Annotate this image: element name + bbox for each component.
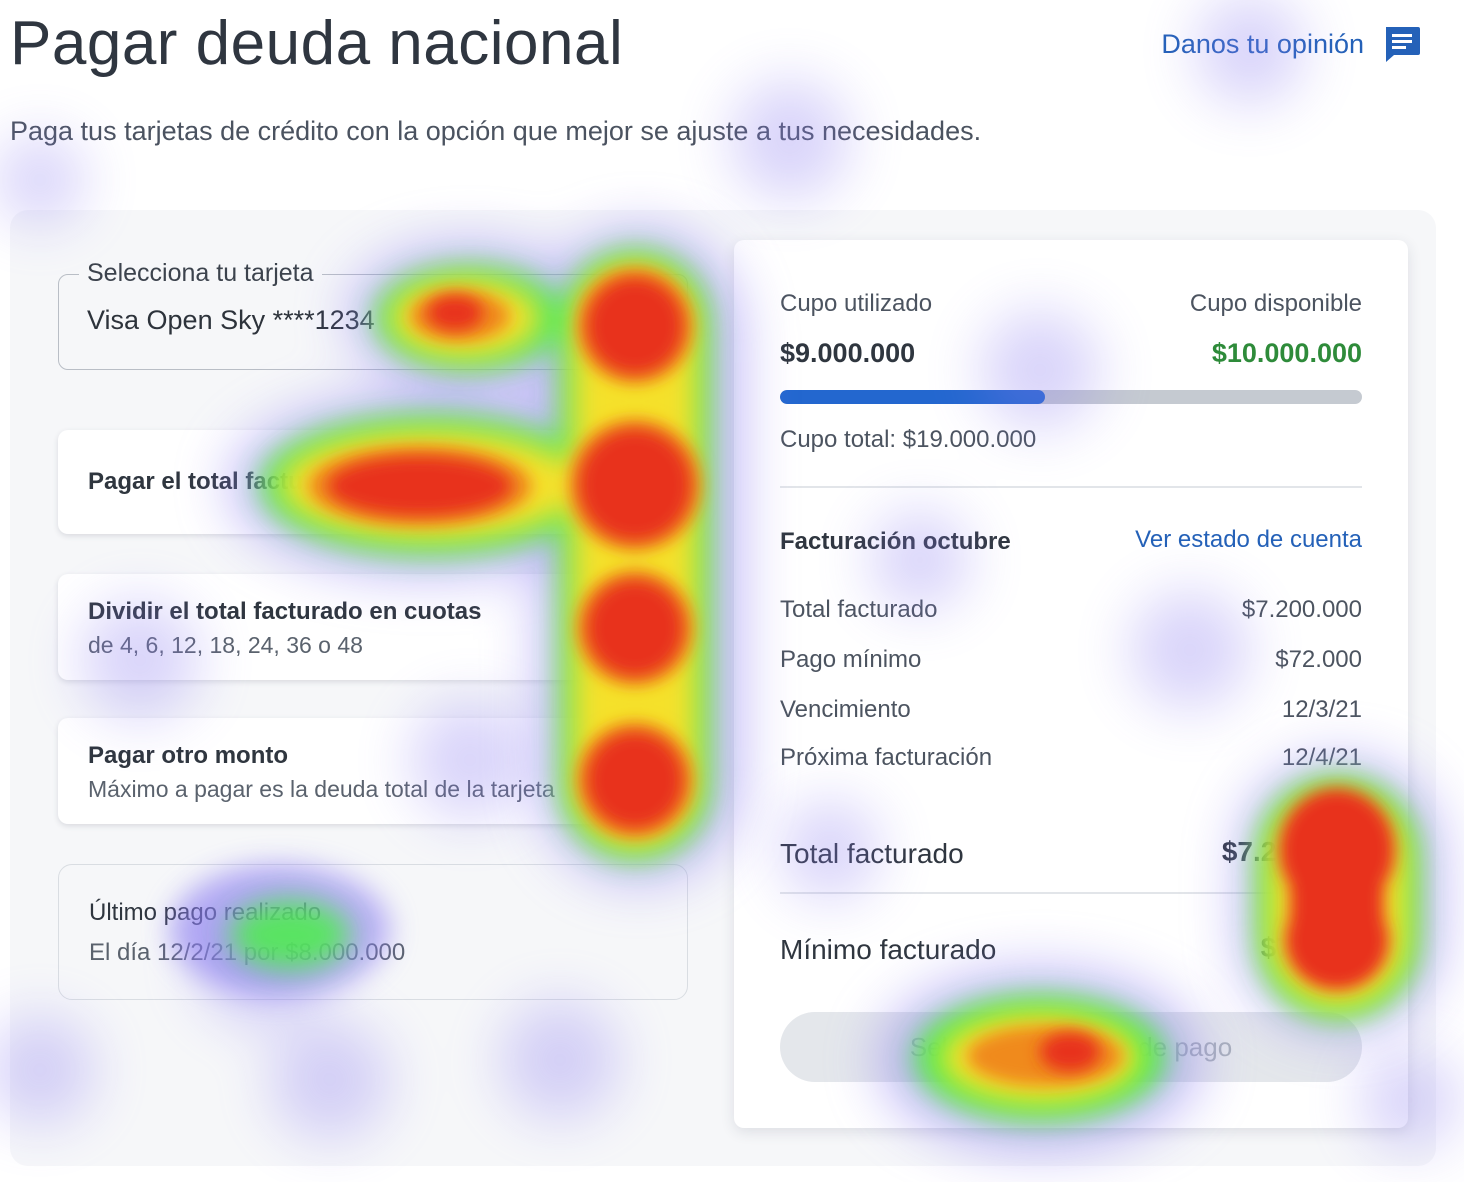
select-payment-method-button[interactable]: Selecciona método de pago (780, 1012, 1362, 1082)
row-value-next-billing: 12/4/21 (1281, 744, 1362, 771)
option-split-installments[interactable]: Dividir el total facturado en cuotas de … (58, 574, 688, 680)
page-subtitle: Paga tus tarjetas de crédito con la opci… (10, 116, 982, 146)
quota-progress-bar (780, 390, 1362, 404)
row-label-due-date: Vencimiento (780, 696, 911, 723)
page-title: Pagar deuda nacional (10, 9, 624, 78)
summary-card: Cupo utilizado Cupo disponible $9.000.00… (734, 240, 1408, 1128)
option-other-amount[interactable]: Pagar otro monto Máximo a pagar es la de… (58, 718, 688, 824)
option-pay-total-or-minimum[interactable]: Pagar el total facturado o mínimo (58, 430, 688, 534)
card-select-label: Selecciona tu tarjeta (79, 259, 322, 288)
row-label-total-billed: Total facturado (780, 596, 938, 623)
last-payment-title: Último pago realizado (89, 899, 322, 926)
last-payment-detail: El día 12/2/21 por $8.000.000 (89, 939, 406, 966)
option-title: Pagar el total facturado o mínimo (88, 468, 469, 495)
chat-feedback-icon (1382, 24, 1422, 64)
minimum-billed-label: Mínimo facturado (780, 934, 997, 965)
quota-progress-fill (780, 390, 1045, 404)
card-select-value: Visa Open Sky ****1234 (87, 305, 375, 335)
available-quota-value: $10.000.000 (1211, 338, 1362, 368)
row-label-next-billing: Próxima facturación (780, 744, 993, 771)
card-select[interactable]: Selecciona tu tarjeta Visa Open Sky ****… (58, 259, 688, 370)
last-payment-card: Último pago realizado El día 12/2/21 por… (58, 864, 688, 1000)
option-title: Pagar otro monto (88, 742, 289, 769)
used-quota-value: $9.000.000 (780, 338, 916, 368)
option-subtitle: de 4, 6, 12, 18, 24, 36 o 48 (88, 632, 363, 658)
total-billed-value: $7.200.000 (1221, 836, 1362, 867)
row-value-minimum-payment: $72.000 (1275, 646, 1362, 673)
row-label-minimum-payment: Pago mínimo (780, 646, 922, 673)
divider (780, 892, 1362, 894)
feedback-label: Danos tu opinión (1161, 28, 1364, 59)
billing-title: Facturación octubre (780, 528, 1011, 555)
available-quota-label: Cupo disponible (1189, 290, 1362, 317)
total-quota: Cupo total: $19.000.000 (780, 426, 1037, 453)
minimum-billed-value: $72.000 (1260, 932, 1362, 963)
feedback-link[interactable]: Danos tu opinión (1161, 24, 1422, 64)
total-billed-label: Total facturado (780, 838, 964, 869)
row-value-due-date: 12/3/21 (1281, 696, 1362, 723)
used-quota-label: Cupo utilizado (780, 290, 933, 317)
statement-link[interactable]: Ver estado de cuenta (1135, 526, 1362, 554)
divider (780, 486, 1362, 488)
option-subtitle: Máximo a pagar es la deuda total de la t… (88, 776, 555, 802)
row-value-total-billed: $7.200.000 (1241, 596, 1362, 623)
option-title: Dividir el total facturado en cuotas (88, 598, 482, 625)
